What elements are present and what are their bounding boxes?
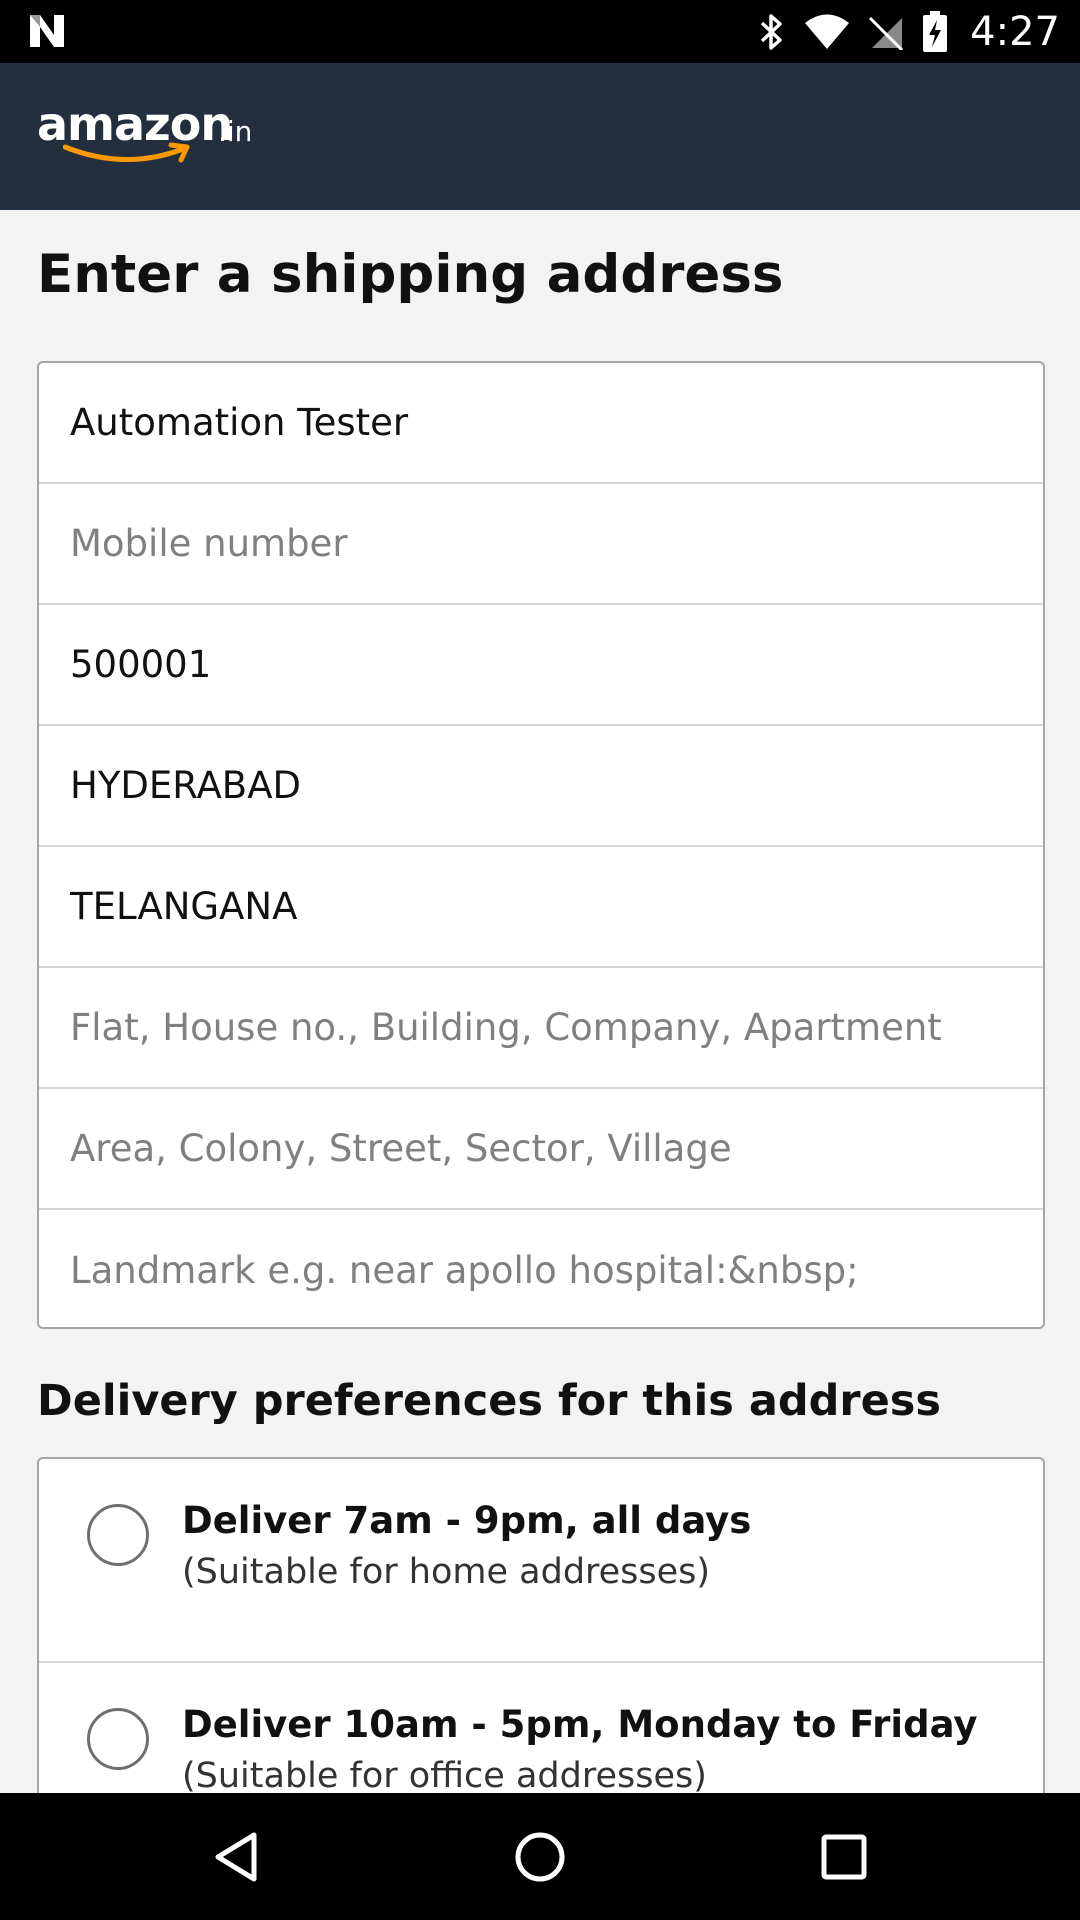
radio-button[interactable] (87, 1504, 149, 1566)
back-button[interactable] (166, 1793, 306, 1920)
wifi-icon (805, 14, 850, 49)
pincode-field-row (39, 605, 1043, 726)
delivery-option-title: Deliver 10am - 5pm, Monday to Friday (182, 1703, 978, 1746)
mobile-number-field[interactable] (39, 484, 1043, 603)
address-form (37, 361, 1045, 1329)
city-field-row (39, 726, 1043, 847)
delivery-option-subtitle: (Suitable for home addresses) (182, 1552, 711, 1592)
full-name-field-row (39, 363, 1043, 484)
notification-n-icon (30, 15, 64, 47)
flat-house-field[interactable] (39, 968, 1043, 1087)
home-button[interactable] (470, 1793, 610, 1920)
full-name-field[interactable] (39, 363, 1043, 482)
delivery-option-all-days[interactable]: Deliver 7am - 9pm, all days (Suitable fo… (39, 1459, 1043, 1663)
recent-apps-icon (821, 1834, 867, 1879)
no-sim-icon (869, 16, 904, 50)
delivery-option-subtitle: (Suitable for office addresses) (182, 1756, 707, 1796)
delivery-preferences-title: Delivery preferences for this address (37, 1376, 941, 1426)
landmark-field[interactable] (39, 1210, 1043, 1327)
status-bar: 4:27 (0, 0, 1080, 63)
state-field-row (39, 847, 1043, 968)
flat-house-field-row (39, 968, 1043, 1089)
back-icon (215, 1832, 257, 1881)
logo-suffix: .in (218, 115, 253, 148)
delivery-option-title: Deliver 7am - 9pm, all days (182, 1499, 752, 1542)
logo-smile-icon (63, 142, 190, 163)
status-time: 4:27 (970, 8, 1060, 55)
status-icons: 4:27 (758, 0, 1060, 63)
app-header: amazon .in (0, 63, 1080, 210)
landmark-field-row (39, 1210, 1043, 1327)
radio-button[interactable] (87, 1708, 149, 1770)
page-title: Enter a shipping address (37, 244, 784, 305)
city-field[interactable] (39, 726, 1043, 845)
battery-charging-icon (923, 10, 948, 52)
area-street-field-row (39, 1089, 1043, 1210)
navigation-bar (0, 1793, 1080, 1920)
recent-apps-button[interactable] (774, 1793, 914, 1920)
amazon-logo[interactable]: amazon .in (37, 97, 267, 177)
area-street-field[interactable] (39, 1089, 1043, 1208)
home-icon (515, 1832, 565, 1881)
mobile-number-field-row (39, 484, 1043, 605)
bluetooth-icon (760, 13, 782, 50)
pincode-field[interactable] (39, 605, 1043, 724)
state-field[interactable] (39, 847, 1043, 966)
